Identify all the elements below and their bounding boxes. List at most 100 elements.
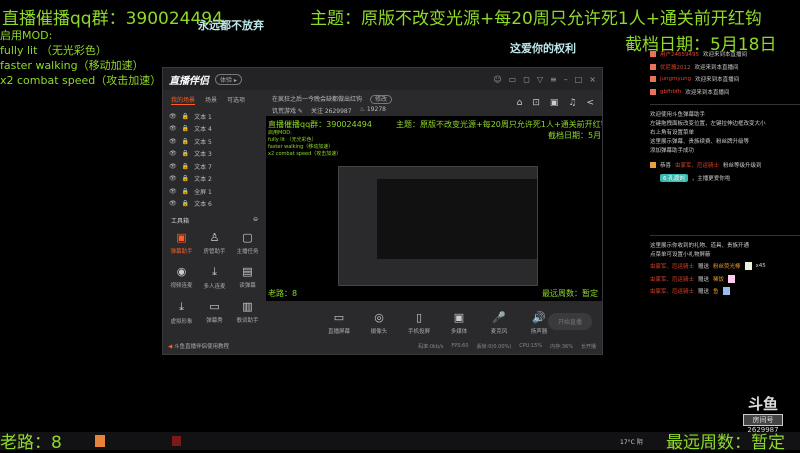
tool-read-danmaku[interactable]: ▤ 读弹幕 — [231, 265, 264, 290]
eye-icon[interactable]: 👁 — [169, 175, 177, 182]
gift-message: 虫家军、厄运骑士 赠送 粉丝荧光棒 x45 — [650, 260, 800, 273]
layer-item[interactable]: 👁 🔒 文本 7 — [163, 160, 266, 173]
mic-icon: ◉ — [176, 265, 187, 278]
maximize-button[interactable]: □ — [575, 75, 583, 84]
filter-icon[interactable]: ▽ — [537, 75, 543, 84]
tool-avatar[interactable]: ⤓ 虚拟形象 — [165, 300, 198, 325]
tutorial-link[interactable]: ◀ 斗鱼直播伴侣使用教程 — [168, 342, 229, 350]
nested-window — [338, 166, 538, 286]
danmaku-panel: 用户24659495 欢迎来到本直播间 优尼酱2012 欢迎来到本直播间 jungm… — [650, 48, 800, 298]
layer-item[interactable]: 👁 🔒 文本 5 — [163, 135, 266, 148]
message-icon[interactable]: ▭ — [509, 75, 517, 84]
tab-options[interactable]: 可选项 — [227, 95, 245, 105]
username: jungmyung — [660, 76, 692, 83]
stream-header: 在疯狂之后一今晚会缺都做出红钩 修改 饥荒游戏 ✎ 关注 2629987 ♨ 192… — [266, 90, 602, 116]
layer-list: 👁 🔒 文本 1 👁 🔒 文本 4 👁 🔒 文本 5 👁 🔒 文本 3 👁 🔒 文本 7 👁 🔒 文本 … — [163, 110, 266, 210]
start-live-button[interactable]: 开始直播 — [547, 313, 592, 330]
layer-label: 全屏 1 — [194, 188, 212, 196]
eye-icon[interactable]: 👁 — [169, 150, 177, 157]
avatar-icon[interactable]: ☺ — [493, 75, 501, 84]
username: 用户24659495 — [660, 52, 699, 59]
close-button[interactable]: × — [589, 75, 596, 84]
phone-cast-button[interactable]: ▯ 手机投屏 — [406, 311, 432, 335]
minimize-button[interactable]: – — [564, 75, 568, 84]
lock-icon[interactable]: 🔒 — [182, 163, 189, 170]
layer-item[interactable]: 👁 🔒 文本 2 — [163, 173, 266, 186]
eye-icon[interactable]: 👁 — [169, 113, 177, 120]
old-road-text: 老路：8 — [0, 433, 62, 453]
tool-multi-link[interactable]: ⤓ 多人连麦 — [198, 265, 231, 290]
lock-icon[interactable]: 🔒 — [182, 150, 189, 157]
weather-widget[interactable]: 17°C 阴 — [620, 437, 643, 446]
lock-icon[interactable]: 🔒 — [182, 138, 189, 145]
tool-tasks[interactable]: ▢ 主播任务 — [231, 231, 264, 255]
microphone-button[interactable]: 🎤 麦克风 — [486, 311, 512, 335]
mod-item: x2 combat speed（攻击加速） — [268, 151, 342, 157]
layer-item[interactable]: 👁 🔒 文本 1 — [163, 110, 266, 123]
layer-item[interactable]: 👁 🔒 文本 4 — [163, 123, 266, 136]
tool-danmaku-helper[interactable]: ▣ 弹幕助手 — [165, 231, 198, 255]
preview-deadline-text: 截档日期：5月18日 — [548, 131, 602, 140]
slogan-text: 永远都不放弃 — [198, 19, 264, 32]
game-taskbar-icon[interactable] — [172, 436, 181, 446]
info-line: 添加弹幕助手成功 — [650, 148, 695, 154]
collapse-icon[interactable]: ⊖ — [253, 216, 258, 225]
tab-scenes[interactable]: 场景 — [205, 95, 217, 105]
media-button[interactable]: ▣ 多媒体 — [446, 311, 472, 335]
eye-icon[interactable]: 👁 — [169, 200, 177, 207]
stream-title[interactable]: 在疯狂之后一今晚会缺都做出红钩 — [272, 96, 362, 103]
lock-icon[interactable]: 🔒 — [182, 125, 189, 132]
bell-icon[interactable]: ♫ — [568, 98, 576, 108]
media-icon: ▣ — [453, 311, 465, 324]
message-text: 欢迎来到本直播间 — [694, 64, 739, 71]
badge-icon — [650, 51, 656, 58]
tool-video-link[interactable]: ◉ 视频连麦 — [165, 265, 198, 290]
skin-icon[interactable]: ◻ — [523, 75, 530, 84]
tool-lyrics[interactable]: ▥ 歌词助手 — [231, 300, 264, 325]
username: 虫家军、厄运骑士 — [650, 289, 695, 296]
room-label: 房间号 — [743, 414, 783, 426]
tool-danmaku-show[interactable]: ▭ 弹幕秀 — [198, 300, 231, 325]
dropped-frames: 丢帧:0(0.00%) — [476, 344, 512, 350]
toolbox-grid: ▣ 弹幕助手 ♙ 房管助手 ▢ 主播任务 ◉ 视频连麦 ⤓ 多人连麦 ▤ 读弹幕 ⤓ 虚拟形象… — [163, 231, 266, 325]
share-icon[interactable]: < — [586, 98, 594, 108]
tab-my-scenes[interactable]: 我的场景 — [171, 95, 196, 105]
layer-item[interactable]: 👁 🔒 全屏 1 — [163, 185, 266, 198]
lock-icon[interactable]: 🔒 — [182, 113, 189, 120]
edit-title-button[interactable]: 修改 — [369, 95, 392, 104]
badge-icon — [650, 162, 656, 169]
eye-icon[interactable]: 👁 — [169, 138, 177, 145]
lock-icon[interactable]: ⊡ — [532, 98, 540, 108]
title-bar: 直播伴侣 体验 ▸ ☺ ▭ ◻ ▽ ≡ – □ × — [163, 68, 602, 90]
eye-icon[interactable]: 👁 — [169, 188, 177, 195]
info-line: 右上角有设置菜单 — [650, 130, 695, 136]
fan-badge: 6 孔渡刘 — [660, 173, 688, 182]
menu-icon[interactable]: ≡ — [550, 75, 557, 84]
layer-item[interactable]: 👁 🔒 文本 6 — [163, 198, 266, 211]
speaker-icon: ◀ — [168, 344, 173, 350]
record-icon[interactable]: ▣ — [550, 98, 559, 108]
tool-room-admin[interactable]: ♙ 房管助手 — [198, 231, 231, 255]
badge-icon — [650, 88, 656, 95]
eye-icon[interactable]: 👁 — [169, 163, 177, 170]
gift-icon — [722, 287, 730, 296]
lock-icon[interactable]: 🔒 — [182, 200, 189, 207]
admin-icon: ♙ — [209, 231, 220, 244]
username: 虫家军、厄运骑士 — [650, 264, 695, 271]
screen-capture-button[interactable]: ▭ 直播屏幕 — [326, 311, 352, 335]
eye-icon[interactable]: 👁 — [169, 125, 177, 132]
category-button[interactable]: 饥荒游戏 ✎ — [272, 106, 303, 115]
microphone-icon: 🎤 — [492, 311, 506, 324]
layer-label: 文本 1 — [194, 113, 212, 121]
lock-icon[interactable]: 🔒 — [182, 175, 189, 182]
home-icon[interactable]: ⌂ — [517, 98, 523, 108]
lock-icon[interactable]: 🔒 — [182, 188, 189, 195]
gift-icon — [728, 274, 736, 283]
camera-button[interactable]: ◎ 摄像头 — [366, 311, 392, 335]
welcome-message: 用户24659495 欢迎来到本直播间 — [650, 48, 800, 61]
tool-label: 虚拟形象 — [170, 319, 193, 325]
live-companion-window: 直播伴侣 体验 ▸ ☺ ▭ ◻ ▽ ≡ – □ × 我的场景 场景 可选项 👁 🔒… — [162, 67, 603, 355]
app-taskbar-icon[interactable] — [95, 435, 105, 447]
layer-item[interactable]: 👁 🔒 文本 3 — [163, 148, 266, 161]
version-badge[interactable]: 体验 ▸ — [215, 73, 242, 85]
